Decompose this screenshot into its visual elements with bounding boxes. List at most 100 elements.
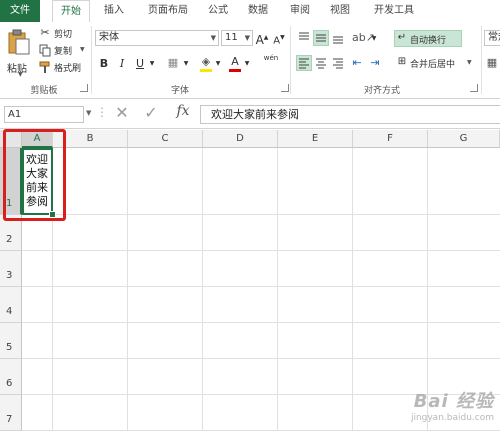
name-box-value: A1 bbox=[8, 109, 22, 120]
clipboard-group-label: 剪贴板 bbox=[30, 86, 58, 96]
fill-handle[interactable] bbox=[49, 211, 56, 218]
gridline bbox=[277, 148, 278, 431]
merge-dropdown-arrow-icon[interactable]: ▼ bbox=[467, 59, 472, 66]
tab-data[interactable]: 数据 bbox=[240, 0, 276, 22]
column-header-d[interactable]: D bbox=[203, 130, 278, 148]
align-right-button[interactable] bbox=[330, 55, 346, 71]
gridline bbox=[22, 250, 500, 251]
row-header-6[interactable]: 6 bbox=[0, 359, 22, 395]
column-header-g[interactable]: G bbox=[428, 130, 500, 148]
column-header-b[interactable]: B bbox=[53, 130, 128, 148]
column-header-a[interactable]: A bbox=[22, 130, 53, 148]
orientation-icon[interactable]: ab↗ bbox=[352, 31, 375, 45]
underline-dropdown-arrow-icon[interactable]: ▼ bbox=[148, 57, 156, 71]
row-header-4[interactable]: 4 bbox=[0, 287, 22, 323]
gridline bbox=[22, 358, 500, 359]
underline-button[interactable]: U bbox=[134, 57, 146, 71]
name-box[interactable]: A1 bbox=[4, 106, 84, 123]
column-header-f[interactable]: F bbox=[353, 130, 428, 148]
font-size-value: 11 bbox=[225, 32, 238, 43]
watermark-logo-text: Bai 经验 bbox=[413, 391, 494, 412]
borders-dropdown-arrow-icon[interactable]: ▼ bbox=[182, 57, 190, 71]
worksheet-grid[interactable]: A B C D E F G 1 2 3 4 5 6 7 欢迎大家前来参阅 bbox=[0, 130, 500, 431]
tab-review[interactable]: 审阅 bbox=[282, 0, 318, 22]
cut-label: 剪切 bbox=[54, 30, 73, 40]
font-name-select[interactable]: 宋体 ▼ bbox=[95, 30, 219, 46]
cut-button[interactable]: ✂ 剪切 bbox=[38, 26, 88, 40]
font-color-dropdown-arrow-icon[interactable]: ▼ bbox=[243, 57, 251, 71]
formula-bar-grip-icon[interactable]: ⋮ bbox=[96, 105, 108, 119]
row-header-3[interactable]: 3 bbox=[0, 251, 22, 287]
wrap-text-button[interactable]: ↵ 自动换行 bbox=[394, 30, 462, 47]
number-format-value: 常规 bbox=[488, 32, 500, 43]
gridline bbox=[202, 148, 203, 431]
name-box-dropdown-arrow-icon[interactable]: ▼ bbox=[86, 109, 91, 117]
ribbon: 粘贴 ▼ ✂ 剪切 复制 ▼ 格式刷 剪贴板 宋体 ▼ 11 ▼ A▲ A▼ B… bbox=[0, 22, 500, 99]
row-header-1[interactable]: 1 bbox=[0, 148, 22, 215]
increase-font-size-icon[interactable]: A▲ bbox=[255, 31, 269, 47]
alignment-launcher-icon[interactable] bbox=[470, 84, 478, 92]
top-align-button[interactable] bbox=[296, 30, 312, 46]
align-center-button[interactable] bbox=[313, 55, 329, 71]
chevron-down-icon: ▼ bbox=[210, 34, 216, 42]
format-painter-button[interactable]: 格式刷 bbox=[38, 60, 88, 74]
bold-button[interactable]: B bbox=[98, 57, 110, 71]
phonetic-guide-button[interactable]: wén bbox=[261, 51, 281, 65]
align-top-icon bbox=[299, 32, 309, 40]
merge-cells-icon: ⊞ bbox=[397, 56, 407, 67]
insert-function-button[interactable]: fx bbox=[173, 104, 193, 118]
paste-button[interactable]: 粘贴 ▼ bbox=[4, 26, 34, 78]
enter-check-icon[interactable]: ✓ bbox=[142, 105, 160, 121]
tab-view[interactable]: 视图 bbox=[322, 0, 358, 22]
formula-bar: A1 ▼ ⋮ ✕ ✓ fx 欢迎大家前来参阅 bbox=[0, 100, 500, 129]
column-header-c[interactable]: C bbox=[128, 130, 203, 148]
decrease-font-size-icon[interactable]: A▼ bbox=[272, 31, 286, 48]
orientation-dropdown-arrow-icon[interactable]: ▼ bbox=[370, 32, 378, 46]
font-color-icon[interactable]: A bbox=[228, 55, 242, 72]
tab-insert[interactable]: 插入 bbox=[96, 0, 132, 22]
gridline bbox=[22, 286, 500, 287]
cell-a1[interactable]: 欢迎大家前来参阅 bbox=[22, 148, 53, 215]
middle-align-button[interactable] bbox=[313, 30, 329, 46]
select-all-corner[interactable] bbox=[0, 130, 22, 148]
formula-input[interactable]: 欢迎大家前来参阅 bbox=[200, 105, 500, 124]
align-middle-icon bbox=[316, 34, 326, 42]
row-header-2[interactable]: 2 bbox=[0, 215, 22, 251]
borders-icon[interactable]: ▦ bbox=[166, 56, 180, 70]
align-left-button[interactable] bbox=[296, 55, 312, 71]
italic-button[interactable]: I bbox=[116, 57, 128, 71]
increase-indent-icon[interactable]: ⇥ bbox=[368, 56, 382, 70]
gridline bbox=[127, 148, 128, 431]
gridline bbox=[352, 148, 353, 431]
formula-value: 欢迎大家前来参阅 bbox=[211, 108, 299, 121]
merge-center-button[interactable]: ⊞ 合并后居中 ▼ bbox=[394, 54, 478, 71]
group-divider bbox=[481, 26, 482, 94]
decrease-indent-icon[interactable]: ⇤ bbox=[350, 56, 364, 70]
clipboard-launcher-icon[interactable] bbox=[80, 84, 88, 92]
font-launcher-icon[interactable] bbox=[281, 84, 289, 92]
column-header-e[interactable]: E bbox=[278, 130, 353, 148]
number-format-select[interactable]: 常规 bbox=[484, 30, 500, 46]
row-header-7[interactable]: 7 bbox=[0, 395, 22, 431]
watermark: Bai 经验 jingyan.baidu.com bbox=[411, 387, 494, 423]
chevron-down-icon: ▼ bbox=[244, 34, 250, 42]
watermark-url: jingyan.baidu.com bbox=[410, 413, 494, 423]
copy-dropdown-arrow-icon[interactable]: ▼ bbox=[80, 46, 85, 53]
row-header-5[interactable]: 5 bbox=[0, 323, 22, 359]
bottom-align-button[interactable] bbox=[330, 30, 346, 46]
tab-page-layout[interactable]: 页面布局 bbox=[138, 0, 198, 22]
currency-icon[interactable]: ▦ bbox=[486, 56, 498, 70]
fill-color-icon[interactable]: ◈ bbox=[199, 55, 213, 72]
tab-formulas[interactable]: 公式 bbox=[200, 0, 236, 22]
font-size-select[interactable]: 11 ▼ bbox=[221, 30, 253, 46]
cancel-icon[interactable]: ✕ bbox=[113, 105, 131, 121]
copy-button[interactable]: 复制 ▼ bbox=[38, 43, 88, 57]
paste-dropdown-arrow-icon[interactable]: ▼ bbox=[18, 71, 23, 78]
align-left-icon bbox=[299, 58, 309, 69]
wrap-text-icon: ↵ bbox=[397, 32, 407, 43]
fill-color-dropdown-arrow-icon[interactable]: ▼ bbox=[214, 57, 222, 71]
tab-file[interactable]: 文件 bbox=[0, 0, 40, 22]
tab-developer[interactable]: 开发工具 bbox=[364, 0, 424, 22]
tab-home[interactable]: 开始 bbox=[52, 0, 90, 23]
gridline bbox=[22, 214, 500, 215]
